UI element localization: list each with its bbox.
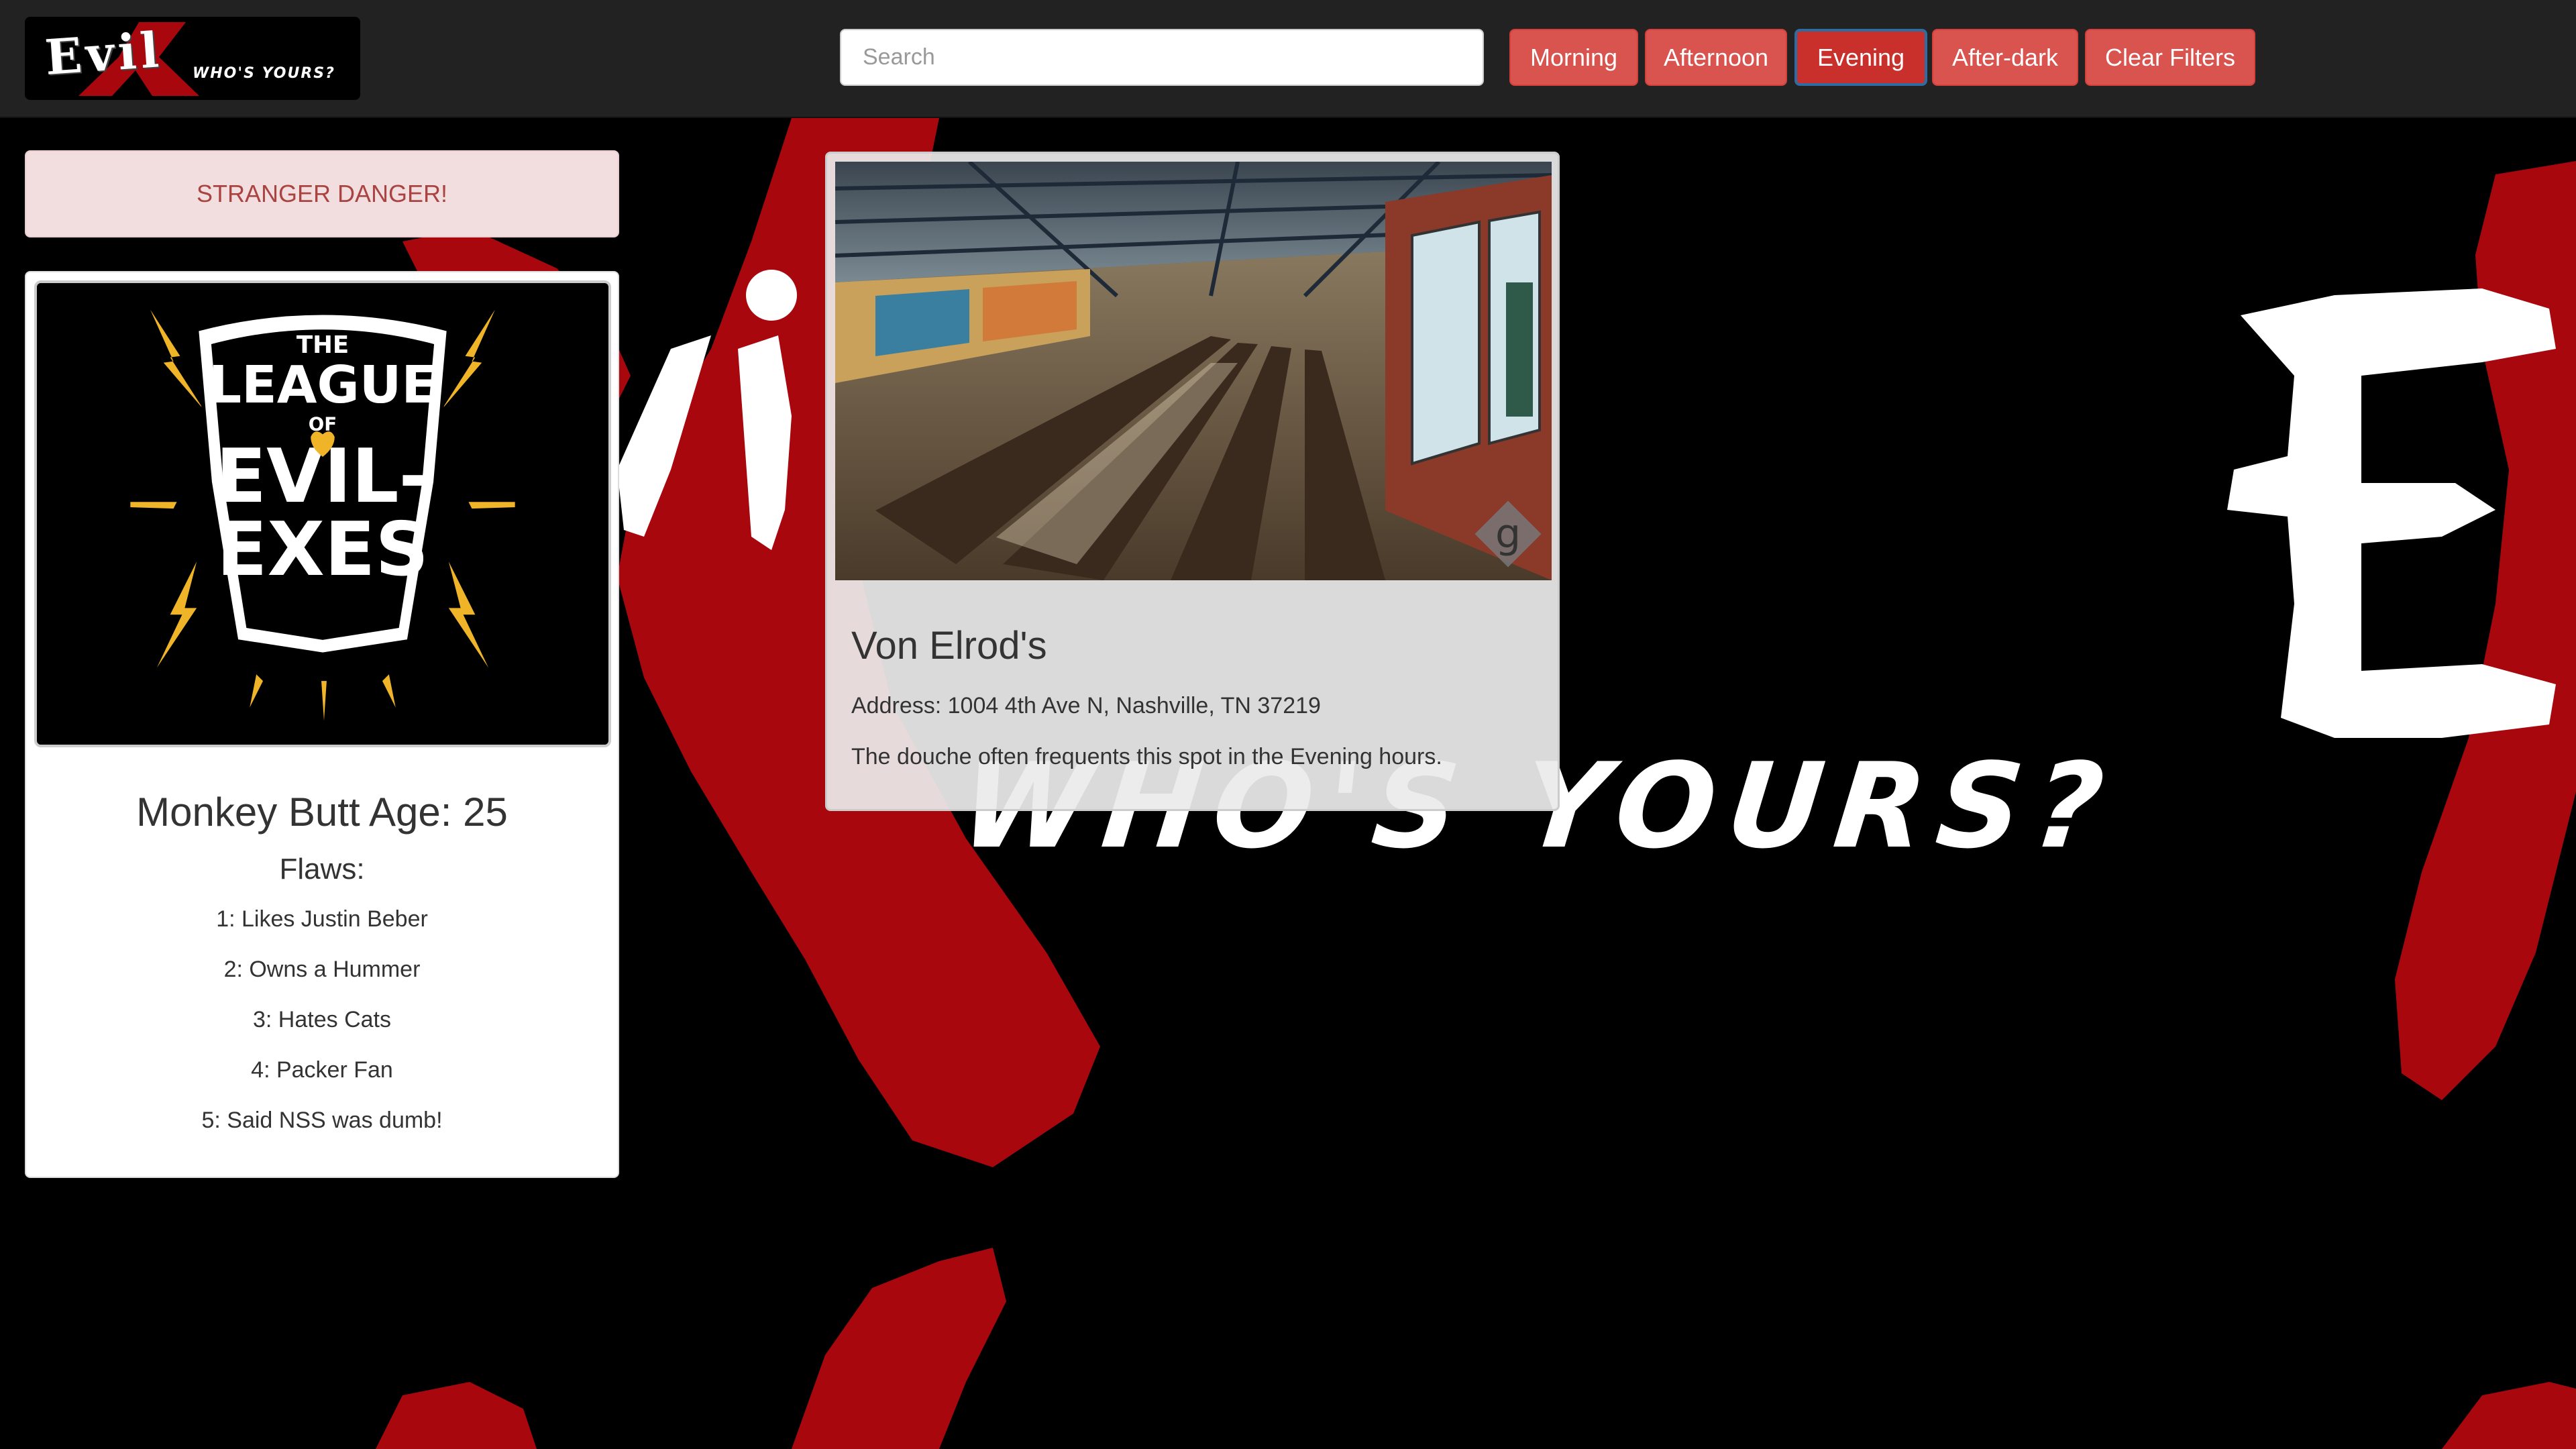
logo-text-league: LEAGUE xyxy=(209,355,437,415)
profile-name-age: Monkey Butt Age: 25 xyxy=(136,790,508,835)
flaws-heading: Flaws: xyxy=(279,853,365,885)
brand-logo[interactable]: Evil WHO'S YOURS? xyxy=(25,17,360,100)
filter-afternoon-button[interactable]: Afternoon xyxy=(1645,29,1787,86)
profile-image: THE LEAGUE OF EVIL- EXES xyxy=(34,280,611,747)
location-name: Von Elrod's xyxy=(851,624,1047,667)
league-of-evil-exes-logo: THE LEAGUE OF EVIL- EXES xyxy=(37,283,608,745)
filter-evening-button[interactable]: Evening xyxy=(1794,29,1927,86)
clear-filters-button[interactable]: Clear Filters xyxy=(2085,29,2255,86)
flaw-item: 4: Packer Fan xyxy=(251,1057,393,1083)
brand-tagline: WHO'S YOURS? xyxy=(193,65,335,82)
location-photo: g xyxy=(835,162,1552,580)
location-address: Address: 1004 4th Ave N, Nashville, TN 3… xyxy=(851,693,1321,718)
profile-card: THE LEAGUE OF EVIL- EXES Monkey Butt Age… xyxy=(25,271,619,1178)
search-input[interactable] xyxy=(840,29,1484,86)
navbar: Evil WHO'S YOURS? Morning Afternoon Even… xyxy=(0,0,2576,118)
brand-word: Evil xyxy=(43,20,165,87)
flaw-item: 5: Said NSS was dumb! xyxy=(201,1108,443,1133)
filter-morning-button[interactable]: Morning xyxy=(1509,29,1638,86)
flaw-item: 2: Owns a Hummer xyxy=(223,957,421,982)
flaw-item: 3: Hates Cats xyxy=(253,1007,391,1032)
logo-text-exes: EXES xyxy=(217,506,429,593)
logo-text-of: OF xyxy=(309,413,337,435)
svg-text:g: g xyxy=(1495,511,1521,557)
location-description: The douche often frequents this spot in … xyxy=(851,744,1442,769)
location-card[interactable]: g Von Elrod's Address: 1004 4th Ave N, N… xyxy=(825,152,1560,811)
alert-text: STRANGER DANGER! xyxy=(196,180,448,207)
flaw-item: 1: Likes Justin Beber xyxy=(216,906,428,932)
stranger-danger-alert: STRANGER DANGER! xyxy=(25,150,619,237)
restaurant-interior-image: g xyxy=(835,162,1552,580)
filter-after-dark-button[interactable]: After-dark xyxy=(1932,29,2078,86)
